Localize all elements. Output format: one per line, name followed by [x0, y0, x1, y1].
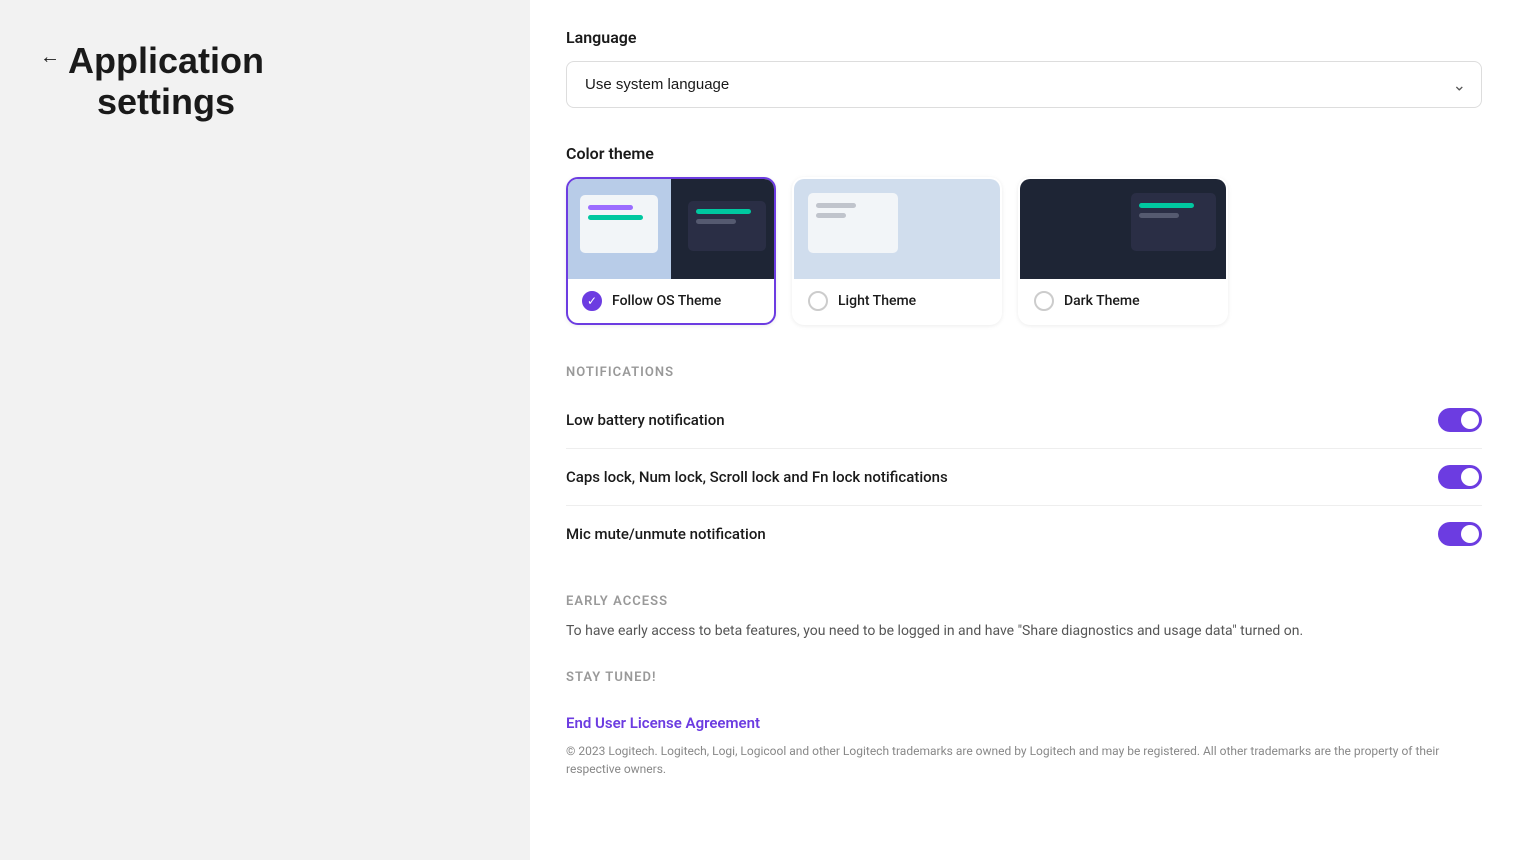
early-access-label: Early Access — [566, 594, 1482, 609]
eula-section: End User License Agreement © 2023 Logite… — [566, 713, 1482, 778]
notifications-section-label: Notifications — [566, 365, 1482, 380]
radio-light — [808, 291, 828, 311]
card-line-teal-dark — [696, 209, 751, 214]
theme-card-follow-os[interactable]: ✓ Follow OS Theme — [566, 177, 776, 325]
left-panel: ← Application settings — [0, 0, 530, 860]
back-arrow-icon: ← — [40, 46, 60, 69]
copyright-text: © 2023 Logitech. Logitech, Logi, Logicoo… — [566, 742, 1482, 778]
card-line-gray-dark2 — [1139, 213, 1179, 218]
theme-name-light: Light Theme — [838, 293, 916, 309]
card-line-teal — [588, 215, 643, 220]
card-line-purple — [588, 205, 633, 210]
toggle-lock[interactable] — [1438, 465, 1482, 489]
dark-card-inner — [1131, 193, 1216, 251]
check-icon: ✓ — [587, 294, 597, 308]
theme-card-dark[interactable]: Dark Theme — [1018, 177, 1228, 325]
toggle-battery[interactable] — [1438, 408, 1482, 432]
notification-label-lock: Caps lock, Num lock, Scroll lock and Fn … — [566, 468, 1438, 486]
back-button[interactable]: ← Application settings — [40, 40, 264, 123]
toggle-knob-lock — [1461, 468, 1479, 486]
language-label: Language — [566, 28, 1482, 47]
notifications-section: Notifications Low battery notification C… — [566, 365, 1482, 562]
theme-name-follow-os: Follow OS Theme — [612, 293, 721, 309]
color-theme-label: Color theme — [566, 144, 1482, 163]
theme-label-row-os: ✓ Follow OS Theme — [568, 279, 774, 323]
language-dropdown-wrapper: Use system language ⌄ — [566, 61, 1482, 108]
early-access-section: Early Access To have early access to bet… — [566, 594, 1482, 642]
notification-row-lock: Caps lock, Num lock, Scroll lock and Fn … — [566, 449, 1482, 506]
stay-tuned-label: Stay Tuned! — [566, 670, 1482, 685]
theme-preview-light — [794, 179, 1000, 279]
toggle-knob-battery — [1461, 411, 1479, 429]
early-access-description: To have early access to beta features, y… — [566, 621, 1482, 642]
card-line-gray-dark — [696, 219, 736, 224]
language-select[interactable]: Use system language — [566, 61, 1482, 108]
stay-tuned-section: Stay Tuned! — [566, 670, 1482, 685]
card-line-teal2 — [1139, 203, 1194, 208]
radio-dark — [1034, 291, 1054, 311]
toggle-knob-mic — [1461, 525, 1479, 543]
theme-name-dark: Dark Theme — [1064, 293, 1140, 309]
color-theme-section: Color theme — [566, 144, 1482, 325]
os-dark-card — [688, 201, 766, 251]
notification-label-mic: Mic mute/unmute notification — [566, 525, 1438, 543]
notification-row-mic: Mic mute/unmute notification — [566, 506, 1482, 562]
theme-cards: ✓ Follow OS Theme Light Theme — [566, 177, 1482, 325]
light-card-inner — [808, 193, 898, 253]
language-section: Language Use system language ⌄ — [566, 28, 1482, 108]
card-line-gray — [816, 203, 856, 208]
os-light-card — [580, 195, 658, 253]
notification-row-battery: Low battery notification — [566, 392, 1482, 449]
theme-label-row-dark: Dark Theme — [1020, 279, 1226, 323]
toggle-mic[interactable] — [1438, 522, 1482, 546]
card-line-gray2 — [816, 213, 846, 218]
theme-label-row-light: Light Theme — [794, 279, 1000, 323]
theme-preview-dark — [1020, 179, 1226, 279]
notification-label-battery: Low battery notification — [566, 411, 1438, 429]
eula-link[interactable]: End User License Agreement — [566, 714, 760, 732]
theme-card-light[interactable]: Light Theme — [792, 177, 1002, 325]
right-panel: Language Use system language ⌄ Color the… — [530, 0, 1518, 860]
theme-preview-follow-os — [568, 179, 774, 279]
page-title: Application settings — [68, 40, 264, 123]
radio-follow-os: ✓ — [582, 291, 602, 311]
